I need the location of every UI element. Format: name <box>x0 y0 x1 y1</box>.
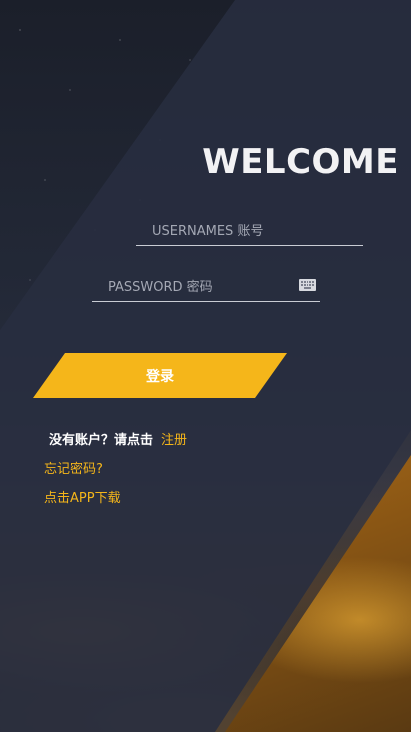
login-screen: WELCOME 登录 没有账户？请点击注册 忘记密码? 点击APP下载 <box>0 0 411 732</box>
keyboard-icon[interactable] <box>299 279 316 291</box>
password-input[interactable] <box>106 274 288 300</box>
register-prompt-row: 没有账户？请点击 注册 <box>49 429 187 448</box>
welcome-title: WELCOME <box>202 142 399 182</box>
register-prompt-text: 没有账户？请点击 <box>49 433 154 448</box>
app-download-link[interactable]: 点击APP下载 <box>44 487 121 506</box>
password-field <box>92 272 320 302</box>
login-button[interactable]: 登录 <box>33 353 287 398</box>
forgot-password-link[interactable]: 忘记密码? <box>44 458 103 477</box>
register-link[interactable]: 注册 <box>161 433 187 448</box>
username-input[interactable] <box>150 218 331 244</box>
username-field <box>136 216 363 246</box>
